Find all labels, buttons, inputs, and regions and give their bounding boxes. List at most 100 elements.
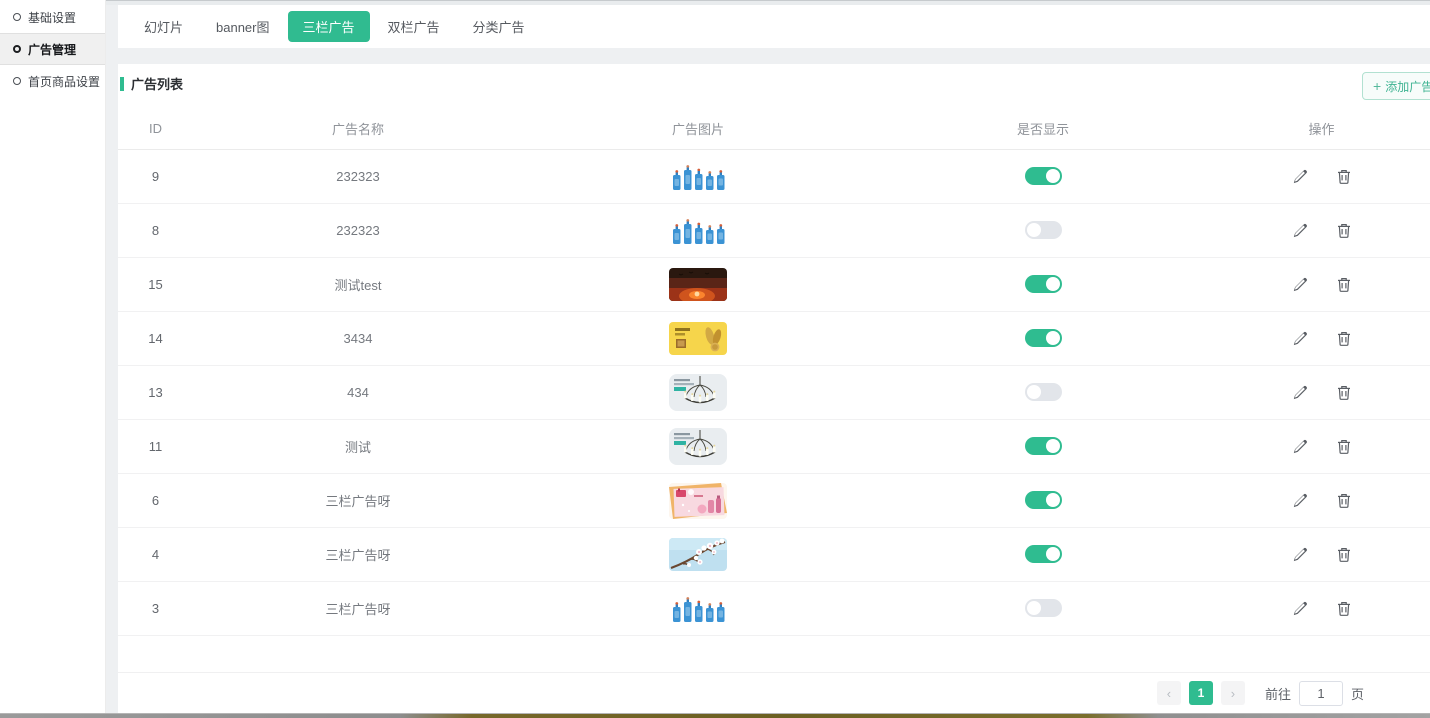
- tab-category[interactable]: 分类广告: [458, 11, 540, 42]
- trash-icon: [1337, 385, 1351, 400]
- trash-icon: [1337, 331, 1351, 346]
- cell-visibility: [873, 599, 1213, 617]
- visibility-toggle[interactable]: [1025, 383, 1062, 401]
- tab-slideshow[interactable]: 幻灯片: [129, 11, 198, 42]
- cell-visibility: [873, 437, 1213, 455]
- cell-visibility: [873, 221, 1213, 239]
- delete-button[interactable]: [1335, 545, 1353, 564]
- ad-thumbnail: [670, 216, 726, 246]
- cell-name: 3434: [193, 331, 523, 346]
- panel-title: 广告列表: [131, 74, 183, 93]
- visibility-toggle[interactable]: [1025, 545, 1062, 563]
- cell-id: 9: [118, 169, 193, 184]
- delete-button[interactable]: [1335, 275, 1353, 294]
- tab-three-column[interactable]: 三栏广告: [288, 11, 370, 42]
- table-row: 9 232323: [118, 150, 1430, 204]
- circle-icon: [13, 77, 21, 85]
- edit-button[interactable]: [1290, 329, 1309, 348]
- cell-actions: [1213, 383, 1430, 402]
- chevron-left-icon: ‹: [1167, 686, 1171, 701]
- cell-image: [523, 268, 873, 301]
- delete-button[interactable]: [1335, 329, 1353, 348]
- tabs-card: 幻灯片 banner图 三栏广告 双栏广告 分类广告: [118, 5, 1430, 48]
- column-header: 操作: [1213, 119, 1430, 138]
- delete-button[interactable]: [1335, 599, 1353, 618]
- cell-image: [523, 428, 873, 465]
- delete-button[interactable]: [1335, 491, 1353, 510]
- ad-thumbnail: [670, 162, 726, 192]
- ad-thumbnail: [669, 538, 727, 571]
- toggle-knob: [1046, 547, 1060, 561]
- cell-actions: [1213, 221, 1430, 240]
- sidebar-item-basic-settings[interactable]: 基础设置: [0, 1, 105, 33]
- sidebar-item-label: 首页商品设置: [28, 73, 100, 90]
- cell-actions: [1213, 275, 1430, 294]
- edit-button[interactable]: [1290, 167, 1309, 186]
- tab-banner[interactable]: banner图: [201, 11, 284, 42]
- prev-page-button[interactable]: ‹: [1157, 681, 1181, 705]
- tab-label: 幻灯片: [144, 20, 183, 35]
- column-header: 广告图片: [523, 119, 873, 138]
- tab-two-column[interactable]: 双栏广告: [373, 11, 455, 42]
- visibility-toggle[interactable]: [1025, 329, 1062, 347]
- trash-icon: [1337, 439, 1351, 454]
- cell-visibility: [873, 383, 1213, 401]
- toggle-knob: [1027, 223, 1041, 237]
- edit-button[interactable]: [1290, 545, 1309, 564]
- sidebar-menu: 基础设置 广告管理 首页商品设置: [0, 1, 105, 97]
- pencil-icon: [1292, 439, 1307, 454]
- goto-label: 前往: [1265, 684, 1291, 703]
- add-ad-button[interactable]: + 添加广告: [1362, 72, 1430, 100]
- pencil-icon: [1292, 385, 1307, 400]
- visibility-toggle[interactable]: [1025, 491, 1062, 509]
- table-row: 4 三栏广告呀: [118, 528, 1430, 582]
- pencil-icon: [1292, 331, 1307, 346]
- visibility-toggle[interactable]: [1025, 167, 1062, 185]
- table-body: 9 232323: [118, 150, 1430, 636]
- edit-button[interactable]: [1290, 221, 1309, 240]
- delete-button[interactable]: [1335, 167, 1353, 186]
- table-footer: ‹ 1 › 前往 页: [118, 672, 1430, 713]
- ad-thumbnail: [669, 268, 727, 301]
- chevron-right-icon: ›: [1231, 686, 1235, 701]
- delete-button[interactable]: [1335, 437, 1353, 456]
- edit-button[interactable]: [1290, 275, 1309, 294]
- page-unit-label: 页: [1351, 684, 1364, 703]
- visibility-toggle[interactable]: [1025, 221, 1062, 239]
- edit-button[interactable]: [1290, 383, 1309, 402]
- goto-page-input[interactable]: [1299, 681, 1343, 706]
- ad-thumbnail: [669, 483, 727, 519]
- cell-name: 三栏广告呀: [193, 545, 523, 564]
- toggle-knob: [1046, 277, 1060, 291]
- edit-button[interactable]: [1290, 437, 1309, 456]
- edit-button[interactable]: [1290, 599, 1309, 618]
- page-root: 基础设置 广告管理 首页商品设置 幻灯片 banner图 三栏广告 双栏广告 分…: [0, 0, 1430, 718]
- delete-button[interactable]: [1335, 221, 1353, 240]
- sidebar-item-label: 基础设置: [28, 9, 76, 26]
- cell-id: 3: [118, 601, 193, 616]
- cell-visibility: [873, 329, 1213, 347]
- trash-icon: [1337, 601, 1351, 616]
- visibility-toggle[interactable]: [1025, 275, 1062, 293]
- cell-image: [523, 374, 873, 411]
- visibility-toggle[interactable]: [1025, 437, 1062, 455]
- toggle-knob: [1046, 169, 1060, 183]
- sidebar-item-ad-management[interactable]: 广告管理: [0, 33, 105, 65]
- trash-icon: [1337, 169, 1351, 184]
- cell-visibility: [873, 275, 1213, 293]
- visibility-toggle[interactable]: [1025, 599, 1062, 617]
- trash-icon: [1337, 547, 1351, 562]
- edit-button[interactable]: [1290, 491, 1309, 510]
- sidebar-item-homepage-products[interactable]: 首页商品设置: [0, 65, 105, 97]
- trash-icon: [1337, 493, 1351, 508]
- sidebar-item-label: 广告管理: [28, 41, 76, 58]
- pencil-icon: [1292, 169, 1307, 184]
- column-header: ID: [118, 121, 193, 136]
- cell-actions: [1213, 491, 1430, 510]
- page-number-button[interactable]: 1: [1189, 681, 1213, 705]
- trash-icon: [1337, 223, 1351, 238]
- content-card: 广告列表 + 添加广告 ID广告名称广告图片是否显示操作 9 232323: [118, 64, 1430, 713]
- cell-actions: [1213, 329, 1430, 348]
- delete-button[interactable]: [1335, 383, 1353, 402]
- next-page-button[interactable]: ›: [1221, 681, 1245, 705]
